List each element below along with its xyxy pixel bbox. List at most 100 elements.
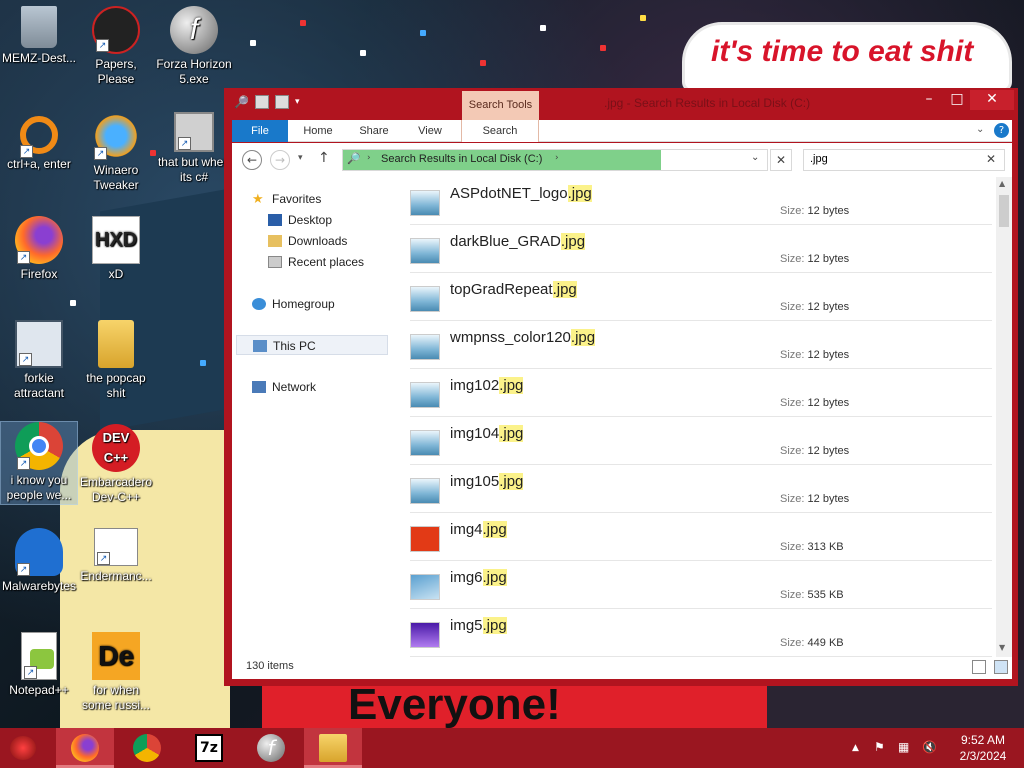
desktop-icon-ctrl-a[interactable]: ↗ ctrl+a, enter <box>1 112 77 172</box>
taskbar-file-explorer[interactable] <box>304 728 362 768</box>
volume-muted-icon[interactable]: 🔇 <box>922 740 937 754</box>
start-button[interactable] <box>10 736 36 760</box>
clear-search-icon[interactable]: ✕ <box>986 152 996 166</box>
search-box[interactable]: ✕ <box>803 149 1005 171</box>
image-thumbnail-icon <box>410 238 440 264</box>
forward-button[interactable]: → <box>270 150 290 170</box>
scroll-up-icon[interactable]: ▲ <box>999 179 1005 188</box>
desktop-icon-endermanch[interactable]: ↗ Endermanc... <box>78 528 154 584</box>
desktop-icon-devcpp[interactable]: DEV C++ Embarcadero Dev-C++ <box>78 424 154 505</box>
ribbon-expand-icon[interactable]: ⌄ <box>976 124 984 135</box>
tab-search[interactable]: Search <box>461 120 539 142</box>
breadcrumb-chevron-icon[interactable]: › <box>555 153 559 163</box>
desktop-icon-forkie[interactable]: ↗ forkie attractant <box>1 320 77 401</box>
shortcut-arrow-icon: ↗ <box>17 251 30 264</box>
stop-search-button[interactable]: ✕ <box>770 149 792 171</box>
desktop-icon-xd[interactable]: HXD xD <box>78 216 154 282</box>
back-button[interactable]: ← <box>242 150 262 170</box>
desktop-icon-chrome[interactable]: ↗ i know you people we... <box>0 421 78 505</box>
minimize-button[interactable]: – <box>916 90 942 110</box>
desktop-icon-memz[interactable]: MEMZ-Dest... <box>1 6 77 66</box>
tab-share[interactable]: Share <box>346 120 402 142</box>
windows-stack-icon: ↗ <box>174 112 214 152</box>
file-size-label: Size: <box>780 493 805 505</box>
file-name: topGradRepeat.jpg <box>450 281 577 298</box>
help-icon[interactable]: ? <box>994 123 1009 138</box>
file-row[interactable]: img5.jpg Size: 449 KB <box>410 609 992 657</box>
up-button[interactable]: ↑ <box>318 150 330 166</box>
taskbar-firefox[interactable] <box>56 728 114 768</box>
nav-this-pc[interactable]: This PC <box>236 335 388 355</box>
properties-icon[interactable] <box>254 95 269 109</box>
file-row[interactable]: topGradRepeat.jpg Size: 12 bytes <box>410 273 992 321</box>
scroll-down-icon[interactable]: ▼ <box>999 643 1005 652</box>
file-row[interactable]: img4.jpg Size: 313 KB <box>410 513 992 561</box>
file-row[interactable]: img102.jpg Size: 12 bytes <box>410 369 992 417</box>
tab-home[interactable]: Home <box>290 120 346 142</box>
file-row[interactable]: img104.jpg Size: 12 bytes <box>410 417 992 465</box>
desktop-icon-winaero[interactable]: ↗ Winaero Tweaker <box>78 112 154 193</box>
desktop-icon-russian[interactable]: De for when some russi... <box>78 632 154 713</box>
sign-board: it's time to eat shit <box>682 22 1012 92</box>
file-base-name: wmpnss_color120 <box>450 329 571 346</box>
nav-favorites[interactable]: ★ Favorites <box>252 189 321 209</box>
file-row[interactable]: wmpnss_color120.jpg Size: 12 bytes <box>410 321 992 369</box>
desktop-icon-that-but[interactable]: ↗ that but when its c# <box>156 112 232 185</box>
clock-date: 2/3/2024 <box>959 749 1007 763</box>
file-row[interactable]: darkBlue_GRAD.jpg Size: 12 bytes <box>410 225 992 273</box>
nav-network[interactable]: Network <box>252 377 316 397</box>
vertical-scrollbar[interactable]: ▲ ▼ <box>996 177 1012 657</box>
clock[interactable]: 9:52 AM 2/3/2024 <box>950 732 1016 764</box>
details-view-icon[interactable] <box>972 660 986 674</box>
desktop-icon-label: Endermanc... <box>80 569 152 583</box>
file-row[interactable]: ASPdotNET_logo.jpg Size: 12 bytes <box>410 177 992 225</box>
file-size-value: 12 bytes <box>807 253 850 265</box>
desktop-icon-papers-please[interactable]: ↗ Papers, Please <box>78 6 154 87</box>
network-tray-icon[interactable]: ▦ <box>898 740 909 754</box>
taskbar-chrome[interactable] <box>118 728 176 768</box>
tray-overflow-icon[interactable]: ▲ <box>852 743 859 753</box>
nav-recent-places[interactable]: Recent places <box>268 252 364 272</box>
star-icon: ★ <box>252 191 264 206</box>
file-base-name: img104 <box>450 425 500 442</box>
file-row[interactable]: img6.jpg Size: 535 KB <box>410 561 992 609</box>
breadcrumb-chevron-icon[interactable]: › <box>367 153 371 163</box>
file-row[interactable]: img105.jpg Size: 12 bytes <box>410 465 992 513</box>
title-bar[interactable]: 🔎 ▾ Search Tools .jpg - Search Results i… <box>224 88 1018 120</box>
desktop-icon-malwarebytes[interactable]: ↗ Malwarebytes <box>1 528 77 594</box>
search-tool-icon[interactable]: 🔎 <box>234 95 249 109</box>
address-dropdown-icon[interactable]: ⌄ <box>751 152 759 163</box>
file-name: darkBlue_GRAD.jpg <box>450 233 586 250</box>
tab-view[interactable]: View <box>402 120 458 142</box>
tiles-view-icon[interactable] <box>994 660 1008 674</box>
desktop-icon-firefox[interactable]: ↗ Firefox <box>1 216 77 282</box>
file-size: Size: 12 bytes <box>780 253 849 265</box>
homegroup-icon <box>252 298 266 310</box>
new-folder-icon[interactable] <box>274 95 289 109</box>
address-bar[interactable]: 🔎 › Search Results in Local Disk (C:) › … <box>342 149 768 171</box>
nav-homegroup[interactable]: Homegroup <box>252 294 335 314</box>
desktop-icon-forza[interactable]: f Forza Horizon 5.exe <box>156 6 232 87</box>
desktop-icon-notepadpp[interactable]: ↗ Notepad++ <box>1 632 77 698</box>
scrollbar-thumb[interactable] <box>999 195 1009 227</box>
action-center-flag-icon[interactable]: ⚑ <box>874 740 885 754</box>
file-size: Size: 12 bytes <box>780 205 849 217</box>
address-text[interactable]: Search Results in Local Disk (C:) <box>381 153 542 165</box>
shortcut-arrow-icon: ↗ <box>97 552 110 565</box>
file-base-name: darkBlue_GRAD <box>450 233 561 250</box>
file-extension-highlight: .jpg <box>499 425 524 442</box>
file-size-value: 449 KB <box>807 637 844 649</box>
nav-desktop[interactable]: Desktop <box>268 210 332 230</box>
desktop-icon-popcap[interactable]: the popcap shit <box>78 320 154 401</box>
qat-dropdown-icon[interactable]: ▾ <box>295 97 300 107</box>
file-name: wmpnss_color120.jpg <box>450 329 596 346</box>
close-button[interactable]: ✕ <box>970 90 1014 110</box>
nav-downloads[interactable]: Downloads <box>268 231 347 251</box>
tab-file[interactable]: File <box>232 120 288 142</box>
maximize-button[interactable]: □ <box>944 90 970 110</box>
recent-locations-dropdown[interactable]: ▾ <box>298 153 303 163</box>
search-input[interactable] <box>810 153 980 165</box>
desktop-icon-label: i know you people we... <box>6 473 72 502</box>
taskbar-flash[interactable]: f <box>242 728 300 768</box>
taskbar-7zip[interactable]: 7z <box>180 728 238 768</box>
